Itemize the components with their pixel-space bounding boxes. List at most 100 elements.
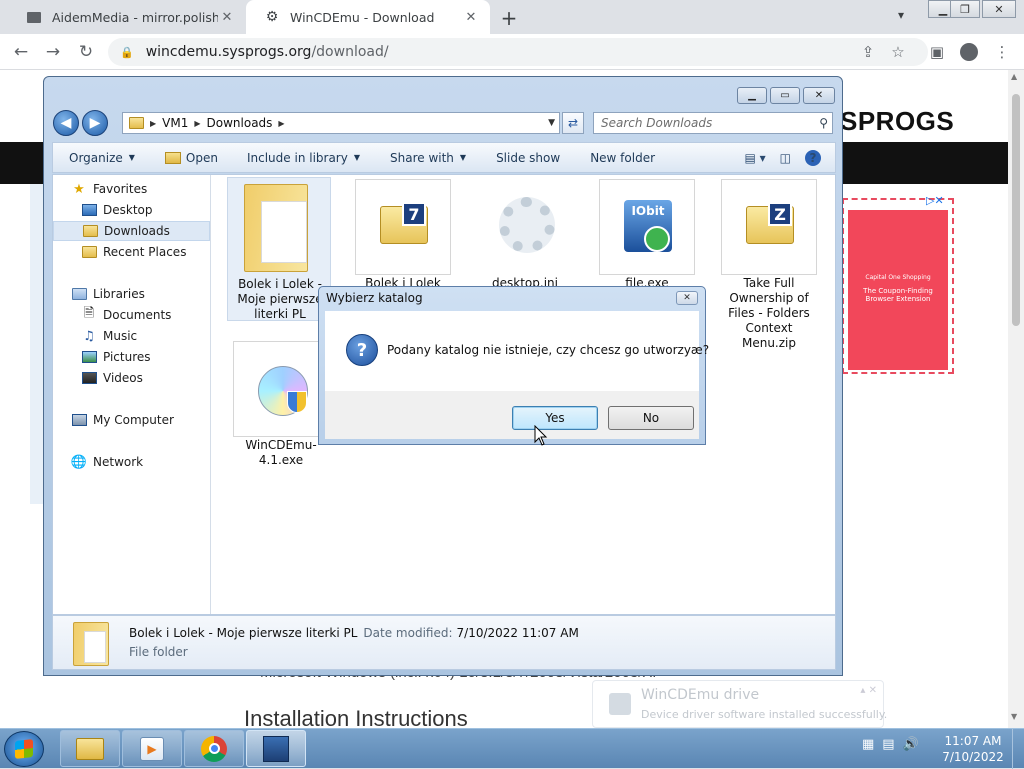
nav-documents[interactable]: 🗎 Documents [53, 305, 210, 325]
site-sidebar [30, 184, 44, 504]
change-view-icon[interactable]: ▤ ▾ [744, 151, 765, 165]
nav-pictures[interactable]: Pictures [53, 347, 210, 367]
nav-label: Libraries [93, 287, 145, 301]
help-icon[interactable]: ? [805, 149, 821, 166]
taskbar-media-player-button[interactable]: ▶ [122, 730, 182, 767]
tab-search-icon[interactable]: ▾ [898, 8, 904, 22]
breadcrumb-vm1[interactable]: VM1 [162, 116, 188, 130]
nav-videos[interactable]: Videos [53, 368, 210, 388]
no-button[interactable]: No [608, 406, 694, 430]
explorer-minimize-button[interactable]: ▁ [737, 87, 767, 104]
close-window-button[interactable]: ✕ [982, 0, 1016, 18]
scrollbar-thumb[interactable] [1012, 94, 1020, 326]
restore-button[interactable]: ❐ [950, 0, 980, 18]
nav-network[interactable]: 🌐 Network [53, 452, 210, 472]
nav-my-computer[interactable]: My Computer [53, 410, 210, 430]
new-folder-button[interactable]: New folder [590, 151, 655, 165]
nav-label: Desktop [103, 203, 153, 217]
taskbar-wincdemu-button[interactable] [246, 730, 306, 767]
taskbar-explorer-button[interactable] [60, 730, 120, 767]
folder-icon [73, 622, 109, 666]
7z-badge-icon: 7 [402, 202, 426, 226]
nav-label: Downloads [104, 224, 170, 238]
refresh-icon[interactable]: ⇄ [562, 112, 584, 134]
nav-label: Documents [103, 308, 172, 322]
explorer-address-bar[interactable]: ▶ VM1 ▶ Downloads ▶ ▼ [122, 112, 560, 134]
open-button[interactable]: Open [164, 150, 218, 165]
organize-menu[interactable]: Organize ▼ [69, 151, 135, 165]
profile-avatar-icon[interactable] [959, 42, 979, 62]
file-item-take-ownership-zip[interactable]: Z Take Full Ownership of Files - Folders… [717, 177, 821, 350]
open-label: Open [185, 150, 218, 165]
star-icon: ★ [73, 181, 85, 197]
clock-date: 7/10/2022 [942, 750, 1004, 764]
nav-downloads[interactable]: Downloads [53, 221, 210, 241]
menu-kebab-icon[interactable]: ⋮ [992, 42, 1012, 62]
search-placeholder: Search Downloads [601, 116, 713, 130]
address-history-dropdown-icon[interactable]: ▼ [548, 118, 555, 128]
breadcrumb-downloads[interactable]: Downloads [207, 116, 273, 130]
exe-thumbnail: IObit [599, 179, 695, 275]
scroll-up-icon[interactable]: ▲ [1011, 72, 1017, 81]
start-button[interactable] [4, 731, 44, 767]
breadcrumb-chevron-icon[interactable]: ▶ [150, 119, 156, 128]
nav-recent-places[interactable]: Recent Places [53, 242, 210, 262]
dialog-message: Podany katalog nie istnieje, czy chcesz … [387, 343, 710, 357]
nav-desktop[interactable]: Desktop [53, 200, 210, 220]
advertisement[interactable]: Capital One Shopping The Coupon-Finding … [842, 198, 954, 374]
adchoices-close-icon[interactable]: ▷✕ [926, 194, 944, 207]
ad-banner[interactable]: Capital One Shopping The Coupon-Finding … [848, 210, 948, 370]
organize-label: Organize [69, 150, 123, 165]
address-bar[interactable]: 🔒 wincdemu.sysprogs.org/download/ [108, 38, 928, 66]
system-clock[interactable]: 11:07 AM 7/10/2022 [938, 733, 1008, 765]
tab-wincdemu[interactable]: ⚙ WinCDEmu - Download ✕ [246, 0, 490, 34]
driver-install-notification[interactable]: WinCDEmu drive Device driver software in… [592, 680, 887, 728]
share-icon[interactable]: ⇪ [858, 42, 878, 62]
close-tab-icon[interactable]: ✕ [218, 10, 236, 25]
nav-libraries[interactable]: Libraries [53, 284, 210, 304]
search-downloads-input[interactable]: Search Downloads ⚲ [593, 112, 833, 134]
forward-arrow-icon[interactable]: ▶ [82, 110, 108, 136]
yes-button[interactable]: Yes [512, 406, 598, 430]
back-arrow-icon[interactable]: ← [10, 41, 32, 63]
preview-pane-icon[interactable]: ◫ [780, 151, 791, 165]
network-tray-icon[interactable]: ▤ [882, 737, 894, 752]
dialog-close-button[interactable]: ✕ [676, 291, 698, 305]
windows-logo-icon [15, 739, 33, 759]
taskbar-chrome-button[interactable] [184, 730, 244, 767]
show-desktop-button[interactable] [1012, 729, 1024, 769]
nav-label: Recent Places [103, 245, 187, 259]
explorer-maximize-button[interactable]: ▭ [770, 87, 800, 104]
driver-install-tray-icon[interactable]: ▦ [862, 737, 874, 752]
browser-toolbar: ← → ↻ 🔒 wincdemu.sysprogs.org/download/ … [0, 34, 1024, 70]
archive-thumbnail: 7 [355, 179, 451, 275]
notification-close-icon[interactable]: ▴ ✕ [860, 685, 877, 696]
sysprogs-logo: SPROGS [840, 106, 955, 136]
details-pane: Bolek i Lolek - Moje pierwsze literki PL… [52, 615, 836, 670]
include-in-library-menu[interactable]: Include in library ▼ [247, 151, 360, 165]
tab-aidemmedia[interactable]: AidemMedia - mirror.polish-aban ✕ [8, 0, 246, 34]
breadcrumb-chevron-icon[interactable]: ▶ [278, 119, 284, 128]
back-arrow-icon[interactable]: ◀ [53, 110, 79, 136]
share-with-menu[interactable]: Share with ▼ [390, 151, 466, 165]
volume-icon[interactable]: 🔊 [903, 737, 919, 752]
bookmark-star-icon[interactable]: ☆ [888, 42, 908, 62]
slide-show-button[interactable]: Slide show [496, 151, 560, 165]
explorer-close-button[interactable]: ✕ [803, 87, 835, 104]
file-name: Take Full Ownership of Files - Folders C… [728, 276, 810, 350]
forward-arrow-icon[interactable]: → [42, 41, 64, 63]
folder-icon [26, 9, 42, 25]
nav-favorites[interactable]: ★ Favorites [53, 179, 210, 199]
reload-icon[interactable]: ↻ [75, 41, 97, 63]
new-tab-button[interactable]: + [498, 6, 520, 30]
side-panel-icon[interactable]: ▣ [927, 42, 947, 62]
search-icon[interactable]: ⚲ [819, 116, 828, 130]
nav-music[interactable]: ♫ Music [53, 326, 210, 346]
mouse-cursor-icon [534, 425, 548, 446]
breadcrumb-chevron-icon[interactable]: ▶ [194, 119, 200, 128]
close-tab-icon[interactable]: ✕ [462, 10, 480, 25]
page-scrollbar[interactable]: ▲ ▼ [1008, 70, 1024, 728]
file-item-folder-bolek-lolek-literki[interactable]: Bolek i Lolek - Moje pierwsze literki PL [227, 177, 331, 321]
scroll-down-icon[interactable]: ▼ [1011, 712, 1017, 721]
system-tray: ▦ ▤ 🔊 [862, 737, 927, 752]
